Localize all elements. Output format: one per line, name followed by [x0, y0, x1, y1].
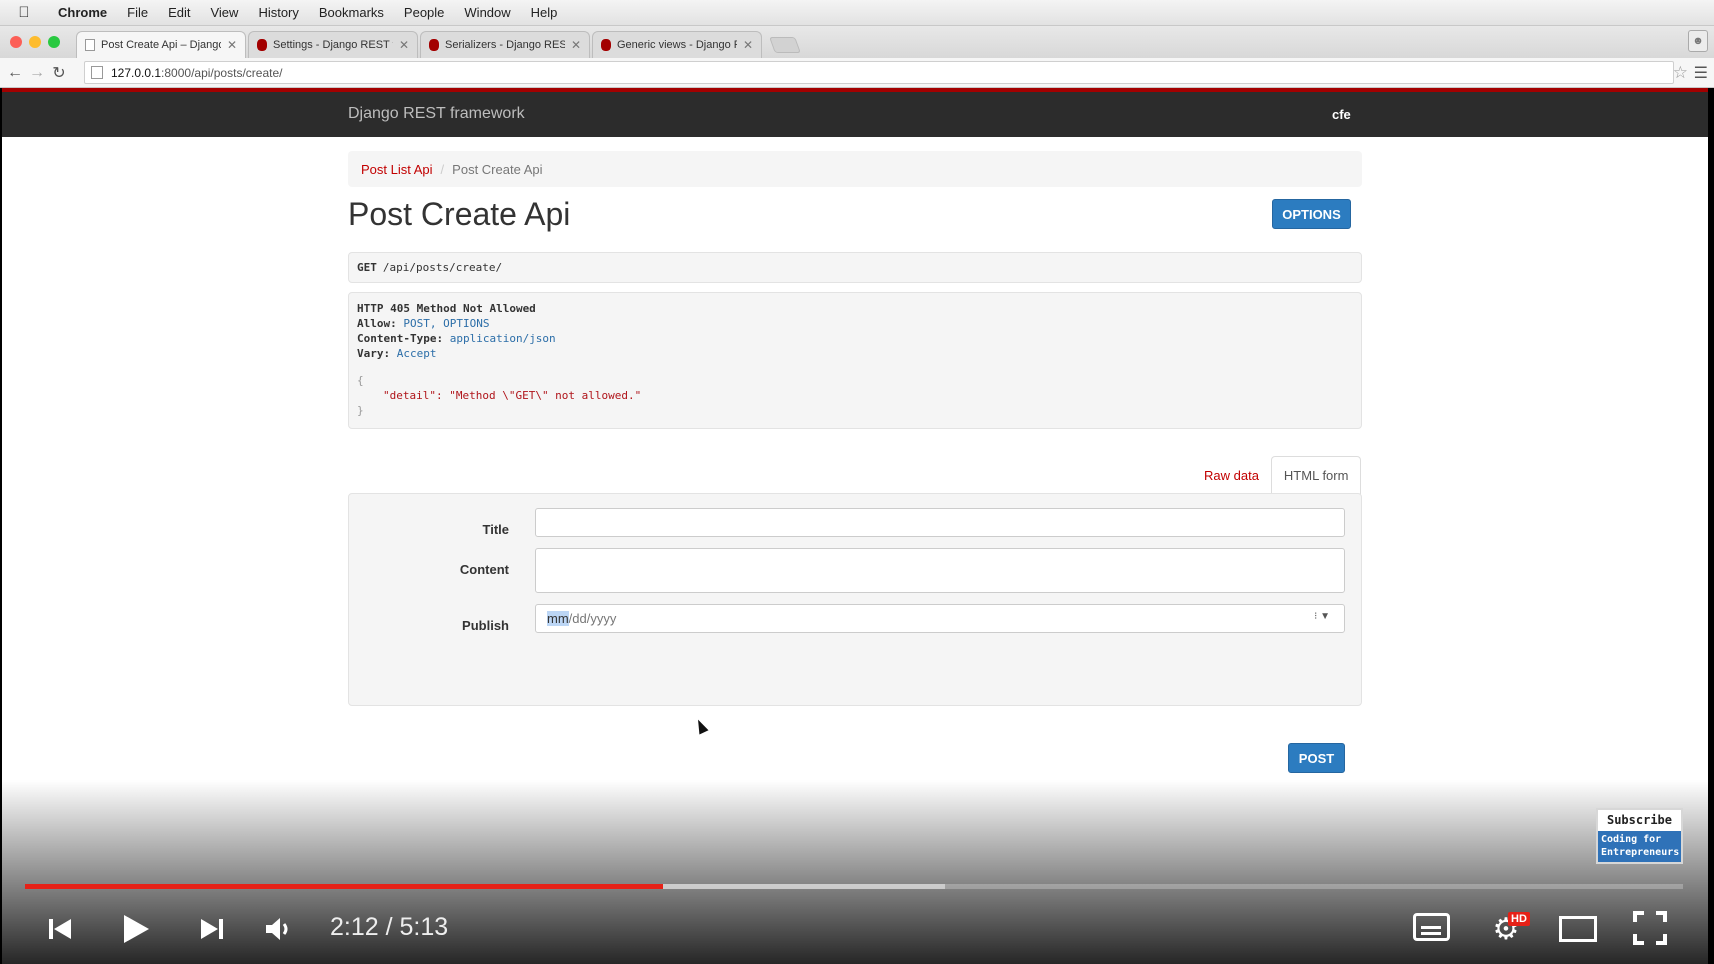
- volume-icon[interactable]: [259, 909, 299, 949]
- new-tab-button[interactable]: [769, 37, 801, 53]
- browser-toolbar: ← → ↻ 127.0.0.1:8000/api/posts/create/ ☆…: [0, 58, 1714, 88]
- back-icon[interactable]: ←: [4, 64, 26, 82]
- tab-serializers[interactable]: Serializers - Django REST f ✕: [420, 31, 590, 58]
- publish-date-input[interactable]: mm/dd/yyyy ⁝ ▼: [535, 604, 1345, 633]
- header-value: application/json: [449, 332, 556, 345]
- tab-generic-views[interactable]: Generic views - Django RE ✕: [592, 31, 762, 58]
- title-input[interactable]: [535, 508, 1345, 537]
- window-controls: [10, 36, 60, 48]
- publish-label: Publish: [462, 618, 509, 633]
- play-icon[interactable]: [116, 909, 156, 949]
- request-path: /api/posts/create/: [382, 261, 503, 274]
- tab-label: Settings - Django REST fra: [273, 39, 393, 51]
- time-display: 2:12 / 5:13: [330, 913, 449, 941]
- subtitles-icon[interactable]: [1413, 913, 1450, 941]
- drf-favicon-icon: [601, 39, 611, 51]
- mouse-cursor-icon: [693, 717, 709, 735]
- response-status: HTTP 405 Method Not Allowed: [357, 302, 536, 315]
- close-window-icon[interactable]: [10, 36, 22, 48]
- bookmark-star-icon[interactable]: ☆: [1673, 63, 1688, 83]
- page-info-icon[interactable]: [91, 66, 103, 79]
- tab-post-create-api[interactable]: Post Create Api – Django R ✕: [76, 31, 246, 58]
- next-icon[interactable]: [192, 909, 232, 949]
- breadcrumb-separator: /: [440, 161, 445, 177]
- drf-favicon-icon: [429, 39, 439, 51]
- request-method: GET: [357, 261, 377, 274]
- date-picker-dropdown-icon[interactable]: ⁝ ▼: [1314, 611, 1330, 622]
- drf-favicon-icon: [257, 39, 267, 51]
- form-tabs: Raw data HTML form: [1192, 456, 1362, 494]
- header-value: Accept: [396, 347, 437, 360]
- header-key: Content-Type:: [357, 332, 444, 345]
- played-progress: [25, 884, 664, 889]
- profile-icon[interactable]: ☻: [1688, 30, 1708, 52]
- chrome-menu-icon[interactable]: ☰: [1694, 63, 1708, 83]
- header-value: POST, OPTIONS: [403, 317, 490, 330]
- header-key: Vary:: [357, 347, 391, 360]
- browser-tabstrip: Post Create Api – Django R ✕ Settings - …: [0, 26, 1714, 58]
- page-icon: [85, 39, 95, 51]
- options-button[interactable]: OPTIONS: [1272, 199, 1351, 229]
- forward-icon[interactable]: →: [26, 64, 48, 82]
- header-key: Allow:: [357, 317, 397, 330]
- json-open-brace: {: [357, 374, 364, 387]
- breadcrumb: Post List Api / Post Create Api: [348, 151, 1362, 187]
- channel-name: Coding for Entrepreneurs: [1601, 834, 1680, 858]
- page-title: Post Create Api: [348, 196, 571, 232]
- reload-icon[interactable]: ↻: [48, 63, 70, 83]
- content-label: Content: [459, 562, 509, 577]
- close-tab-icon[interactable]: ✕: [227, 38, 237, 52]
- user-menu[interactable]: cfe: [1332, 107, 1351, 122]
- tab-label: Post Create Api – Django R: [101, 39, 221, 51]
- minimize-window-icon[interactable]: [29, 36, 41, 48]
- content-textarea[interactable]: [535, 548, 1345, 593]
- player-controls-gradient: [0, 780, 1714, 964]
- html-form-panel: Title Content Publish mm/dd/yyyy ⁝ ▼: [348, 493, 1362, 706]
- close-tab-icon[interactable]: ✕: [743, 38, 753, 52]
- post-button[interactable]: POST: [1288, 743, 1345, 773]
- breadcrumb-current: Post Create Api: [452, 161, 543, 177]
- subscribe-watermark[interactable]: Subscribe Coding for Entrepreneurs: [1596, 808, 1683, 864]
- url-path: :8000/api/posts/create/: [161, 65, 283, 80]
- response-panel: HTTP 405 Method Not Allowed Allow: POST,…: [348, 292, 1362, 429]
- tab-raw-data[interactable]: Raw data: [1192, 456, 1271, 494]
- hd-badge: HD: [1508, 912, 1530, 926]
- close-tab-icon[interactable]: ✕: [571, 38, 581, 52]
- menu-edit[interactable]: Edit: [158, 5, 200, 20]
- tab-label: Serializers - Django REST f: [445, 39, 565, 51]
- menu-people[interactable]: People: [394, 5, 454, 20]
- mac-menubar:  Chrome File Edit View History Bookmark…: [0, 0, 1714, 26]
- zoom-window-icon[interactable]: [48, 36, 60, 48]
- menu-bookmarks[interactable]: Bookmarks: [309, 5, 394, 20]
- menu-file[interactable]: File: [117, 5, 158, 20]
- video-progress-bar[interactable]: [25, 884, 1683, 889]
- drf-navbar: Django REST framework cfe: [2, 88, 1708, 137]
- url-host: 127.0.0.1: [111, 65, 162, 80]
- menu-app-chrome[interactable]: Chrome: [48, 5, 117, 20]
- breadcrumb-link-post-list[interactable]: Post List Api: [361, 162, 433, 177]
- apple-icon[interactable]: : [0, 4, 48, 21]
- json-close-brace: }: [357, 404, 364, 417]
- subscribe-label: Subscribe: [1598, 810, 1681, 831]
- request-line: GET /api/posts/create/: [348, 252, 1362, 283]
- tab-settings[interactable]: Settings - Django REST fra ✕: [248, 31, 418, 58]
- json-body-line: "detail": "Method \"GET\" not allowed.": [383, 389, 642, 402]
- address-bar[interactable]: 127.0.0.1:8000/api/posts/create/: [84, 61, 1674, 84]
- fullscreen-icon[interactable]: [1633, 911, 1667, 945]
- menu-view[interactable]: View: [200, 5, 248, 20]
- title-label: Title: [482, 522, 510, 537]
- date-rest-segment: /dd/yyyy: [568, 611, 617, 626]
- menu-history[interactable]: History: [248, 5, 308, 20]
- close-tab-icon[interactable]: ✕: [399, 38, 409, 52]
- tab-label: Generic views - Django RE: [617, 39, 737, 51]
- date-month-segment[interactable]: mm: [547, 611, 569, 626]
- previous-icon[interactable]: [40, 909, 80, 949]
- tab-html-form[interactable]: HTML form: [1270, 456, 1362, 494]
- drf-brand[interactable]: Django REST framework: [348, 105, 525, 123]
- theater-mode-icon[interactable]: [1559, 916, 1597, 942]
- menu-help[interactable]: Help: [521, 5, 568, 20]
- menu-window[interactable]: Window: [454, 5, 520, 20]
